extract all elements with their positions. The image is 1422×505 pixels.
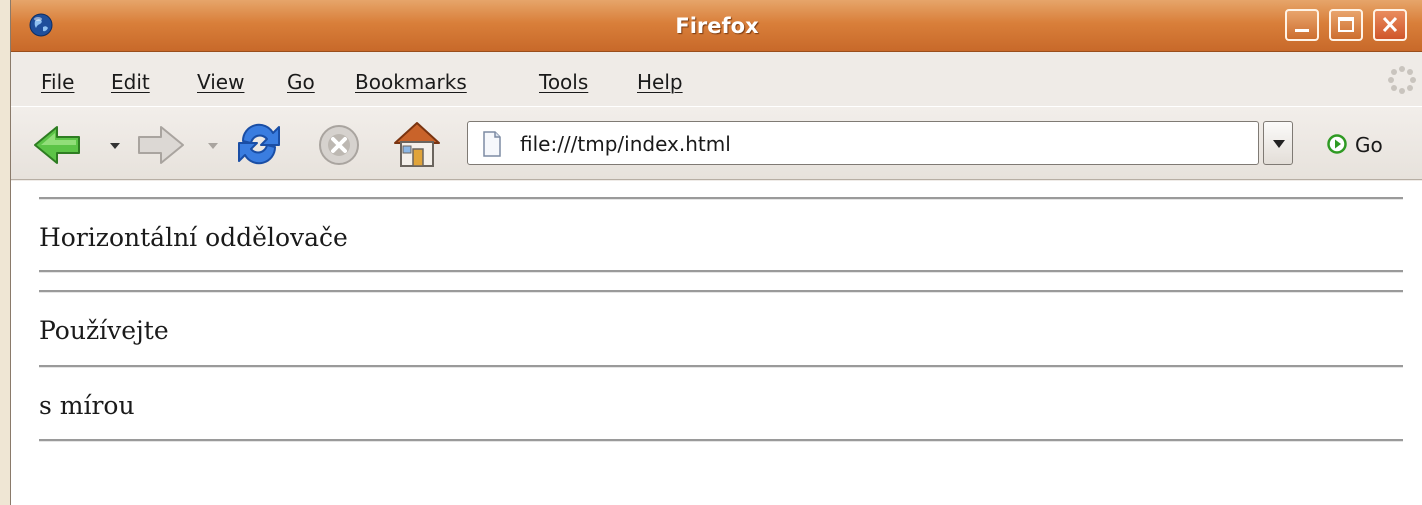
url-bar[interactable]: file:///tmp/index.html (467, 121, 1259, 165)
chevron-down-icon (1273, 140, 1285, 148)
menu-tools[interactable]: Tools (539, 70, 588, 94)
title-bar[interactable]: Firefox (11, 0, 1422, 52)
close-button[interactable] (1373, 9, 1407, 41)
close-icon (1382, 16, 1398, 33)
menu-bookmarks[interactable]: Bookmarks (355, 70, 467, 94)
page-icon (483, 131, 501, 157)
url-text[interactable]: file:///tmp/index.html (520, 132, 731, 156)
menu-go[interactable]: Go (287, 70, 315, 94)
horizontal-rule (39, 290, 1403, 293)
minimize-icon (1295, 29, 1309, 32)
browser-window: Firefox File Edit View Go Bookmarks Tool… (10, 0, 1422, 505)
content-line: Používejte (39, 316, 169, 345)
maximize-icon (1338, 17, 1354, 32)
go-button[interactable]: Go (1325, 121, 1415, 165)
throbber-icon (1388, 66, 1416, 94)
menu-view[interactable]: View (197, 70, 244, 94)
horizontal-rule (39, 197, 1403, 200)
content-line: s mírou (39, 391, 135, 420)
forward-dropdown-icon[interactable] (207, 141, 219, 151)
stop-icon[interactable] (317, 123, 361, 167)
menu-edit[interactable]: Edit (111, 70, 150, 94)
go-label: Go (1355, 133, 1383, 157)
menu-bar: File Edit View Go Bookmarks Tools Help (11, 53, 1422, 105)
forward-arrow-icon[interactable] (135, 123, 185, 167)
menu-help[interactable]: Help (637, 70, 683, 94)
horizontal-rule (39, 365, 1403, 368)
url-dropdown-button[interactable] (1263, 121, 1293, 165)
go-icon (1327, 134, 1347, 154)
page-content: Horizontální oddělovače Používejte s mír… (11, 181, 1422, 505)
home-icon[interactable] (391, 119, 443, 169)
content-line: Horizontální oddělovače (39, 223, 348, 252)
reload-icon[interactable] (235, 121, 283, 167)
back-dropdown-icon[interactable] (109, 141, 121, 151)
menu-file[interactable]: File (41, 70, 74, 94)
horizontal-rule (39, 439, 1403, 442)
back-arrow-icon[interactable] (33, 123, 83, 167)
navigation-toolbar: file:///tmp/index.html Go (11, 106, 1422, 180)
maximize-button[interactable] (1329, 9, 1363, 41)
horizontal-rule (39, 270, 1403, 273)
minimize-button[interactable] (1285, 9, 1319, 41)
window-title: Firefox (675, 14, 759, 38)
